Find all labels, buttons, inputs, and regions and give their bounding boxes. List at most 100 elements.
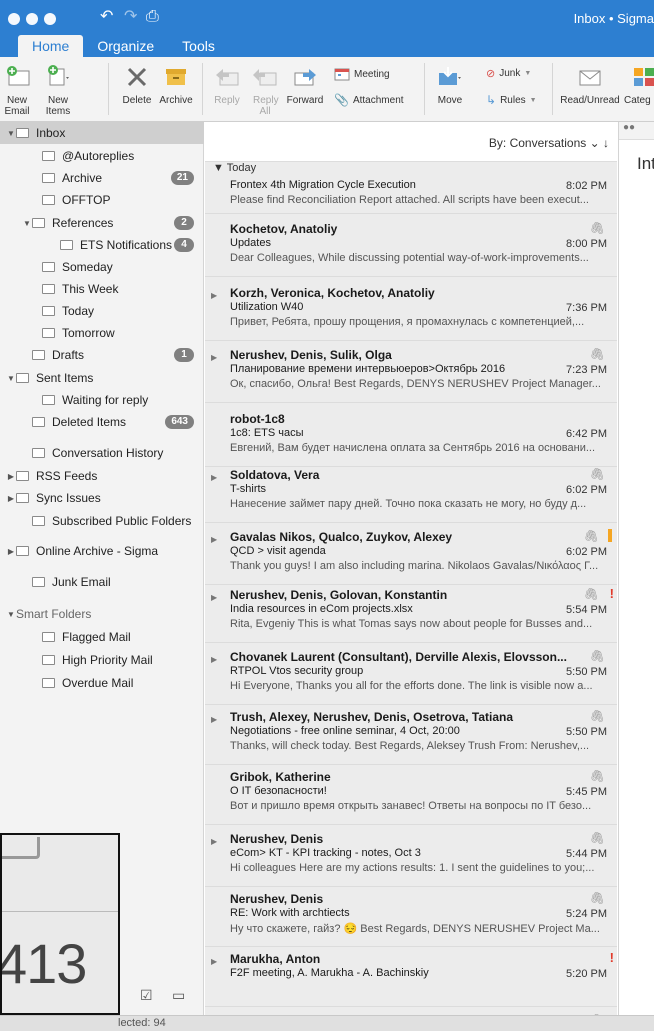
folder-item-online-archive-sigma[interactable]: ▶ Online Archive - Sigma xyxy=(0,540,204,562)
zoom-number: 413 xyxy=(0,932,87,995)
expand-thread-icon[interactable]: ▶ xyxy=(211,353,217,362)
folder-item-this-week[interactable]: This Week xyxy=(0,278,204,300)
tasks-icon[interactable]: ☑ xyxy=(140,987,153,1004)
categorize-label: Categ xyxy=(624,95,651,106)
folder-item-offtop[interactable]: OFFTOP xyxy=(0,189,204,211)
zoom-window-button[interactable] xyxy=(44,13,56,25)
move-button[interactable]: Move xyxy=(430,57,470,121)
read-unread-button[interactable]: Read/Unread xyxy=(556,57,624,121)
close-window-button[interactable] xyxy=(8,13,20,25)
disclosure-closed-icon[interactable]: ▶ xyxy=(6,472,16,481)
folder-item-tomorrow[interactable]: Tomorrow xyxy=(0,322,204,344)
folder-item-rss-feeds[interactable]: ▶ RSS Feeds xyxy=(0,465,204,487)
tab-home[interactable]: Home xyxy=(18,35,84,57)
folder-item-junk-email[interactable]: Junk Email xyxy=(0,571,204,593)
message-row[interactable]: robot-1c8 1c8: ETS часы 6:42 PM Евгений, Ва… xyxy=(205,405,617,467)
folder-icon xyxy=(42,195,55,205)
disclosure-open-icon[interactable]: ▼ xyxy=(6,129,16,138)
categorize-button[interactable]: Categ xyxy=(624,57,654,121)
reply-all-button[interactable]: Reply All xyxy=(247,57,283,121)
message-sender: Chovanek Laurent (Consultant), Derville … xyxy=(230,650,567,664)
expand-thread-icon[interactable]: ▶ xyxy=(211,291,217,300)
delete-button[interactable]: Delete xyxy=(116,57,158,121)
forward-button[interactable]: Forward xyxy=(284,57,326,121)
message-sender: Soldatova, Vera xyxy=(230,468,320,482)
rules-button[interactable]: ↳ Rules ▼ xyxy=(486,93,537,107)
expand-thread-icon[interactable]: ▶ xyxy=(211,473,217,482)
zoom-overlay: 413 xyxy=(0,833,120,1015)
message-row[interactable]: ▶ Nerushev, Denis, Sulik, Olga Планировани… xyxy=(205,341,617,403)
folder-item-drafts[interactable]: Drafts 1 xyxy=(0,344,204,366)
message-subject: F2F meeting, A. Marukha - A. Bachinskiy xyxy=(230,967,429,979)
message-row[interactable]: Frontex 4th Migration Cycle Execution 8:0… xyxy=(205,177,617,214)
expand-thread-icon[interactable]: ▶ xyxy=(211,957,217,966)
expand-thread-icon[interactable]: ▶ xyxy=(211,535,217,544)
message-row[interactable]: Gribok, Katherine О IT безопасности! 5:45 … xyxy=(205,763,617,825)
folder-item-today[interactable]: Today xyxy=(0,300,204,322)
attachment-icon: 🖇 xyxy=(589,221,605,235)
disclosure-closed-icon[interactable]: ▶ xyxy=(6,494,16,503)
tab-tools[interactable]: Tools xyxy=(168,35,229,57)
folder-item-autoreplies[interactable]: @Autoreplies xyxy=(0,145,204,167)
folder-item-inbox[interactable]: ▼ Inbox xyxy=(0,122,204,144)
sort-dropdown[interactable]: By: Conversations ⌄ ↓ xyxy=(489,136,609,150)
message-row[interactable]: Kochetov, Anatoliy Updates 8:00 PM Dear Col… xyxy=(205,215,617,277)
folder-label: Someday xyxy=(62,260,113,274)
folder-item-waiting-for-reply[interactable]: Waiting for reply xyxy=(0,389,204,411)
message-row[interactable]: Nerushev, Denis RE: Work with archtiects 5… xyxy=(205,885,617,947)
expand-thread-icon[interactable]: ▶ xyxy=(211,655,217,664)
message-row[interactable]: ▶ Marukha, Anton F2F meeting, A. Marukha -… xyxy=(205,945,617,1007)
folder-item-sent-items[interactable]: ▼ Sent Items xyxy=(0,367,204,389)
message-row[interactable]: ▶ Korzh, Veronica, Kochetov, Anatoliy Util… xyxy=(205,279,617,341)
expand-thread-icon[interactable]: ▶ xyxy=(211,593,217,602)
folder-item-references[interactable]: ▼ References 2 xyxy=(0,212,204,234)
folder-icon xyxy=(16,471,29,481)
delete-label: Delete xyxy=(122,95,152,106)
message-subject: О IT безопасности! xyxy=(230,785,327,797)
folder-item-subscribed-public-folders[interactable]: Subscribed Public Folders xyxy=(0,510,204,532)
folder-item-overdue-mail[interactable]: Overdue Mail xyxy=(0,672,204,694)
message-row[interactable]: ▶ Gavalas Nikos, Qualco, Zuykov, Alexey QC… xyxy=(205,523,617,585)
print-icon[interactable]: ⎙ xyxy=(146,8,159,26)
folder-icon xyxy=(16,546,29,556)
rules-icon: ↳ xyxy=(486,93,497,107)
message-subject: Frontex 4th Migration Cycle Execution xyxy=(230,179,416,191)
folder-item-flagged-mail[interactable]: Flagged Mail xyxy=(0,626,204,648)
new-items-button[interactable]: New Items xyxy=(38,57,78,121)
new-items-icon xyxy=(48,65,69,86)
message-row[interactable]: ▶ Soldatova, Vera T-shirts 6:02 PM Нанесение… xyxy=(205,461,617,523)
attachment-button[interactable]: 📎 Attachment xyxy=(334,93,404,107)
message-row[interactable]: ▶ Chovanek Laurent (Consultant), Derville… xyxy=(205,643,617,705)
folder-item-sync-issues[interactable]: ▶ Sync Issues xyxy=(0,487,204,509)
disclosure-open-icon[interactable]: ▼ xyxy=(6,374,16,383)
reply-button[interactable]: Reply xyxy=(210,57,244,121)
meeting-button[interactable]: Meeting xyxy=(334,67,390,81)
message-row[interactable]: ▶ Nerushev, Denis, Golovan, Konstantin Ind… xyxy=(205,581,617,643)
new-email-button[interactable]: New Email xyxy=(4,57,34,121)
attachment-icon: 🖇 xyxy=(589,467,605,481)
disclosure-open-icon[interactable]: ▼ xyxy=(22,219,32,228)
undo-icon[interactable]: ↶ xyxy=(100,8,113,26)
junk-button[interactable]: ⊘ Junk ▼ xyxy=(486,67,531,80)
redo-icon[interactable]: ↷ xyxy=(124,8,137,26)
expand-thread-icon[interactable]: ▶ xyxy=(211,837,217,846)
disclosure-closed-icon[interactable]: ▶ xyxy=(6,547,16,556)
folder-item-deleted-items[interactable]: Deleted Items 643 xyxy=(0,411,204,433)
folder-item-high-priority-mail[interactable]: High Priority Mail xyxy=(0,649,204,671)
archive-button[interactable]: Archive xyxy=(156,57,196,121)
folder-item-smart-folders[interactable]: ▼ Smart Folders xyxy=(0,603,204,625)
folder-item-ets-notifications[interactable]: ETS Notifications 4 xyxy=(0,234,204,256)
message-row[interactable]: ▶ Trush, Alexey, Nerushev, Denis, Osetrov… xyxy=(205,703,617,765)
folder-item-conversation-history[interactable]: Conversation History xyxy=(0,442,204,464)
message-sender: Korzh, Veronica, Kochetov, Anatoliy xyxy=(230,286,435,300)
folder-item-archive[interactable]: Archive 21 xyxy=(0,167,204,189)
folder-label: Archive xyxy=(62,171,103,185)
minimize-window-button[interactable] xyxy=(26,13,38,25)
tab-organize[interactable]: Organize xyxy=(83,35,168,57)
message-row[interactable]: ▶ Nerushev, Denis eCom> KT - KPI tracking … xyxy=(205,825,617,887)
group-header-today[interactable]: ▼ Today xyxy=(205,162,617,177)
disclosure-open-icon[interactable]: ▼ xyxy=(6,610,16,619)
expand-thread-icon[interactable]: ▶ xyxy=(211,715,217,724)
notes-icon[interactable]: ▭ xyxy=(172,987,185,1004)
folder-item-someday[interactable]: Someday xyxy=(0,256,204,278)
